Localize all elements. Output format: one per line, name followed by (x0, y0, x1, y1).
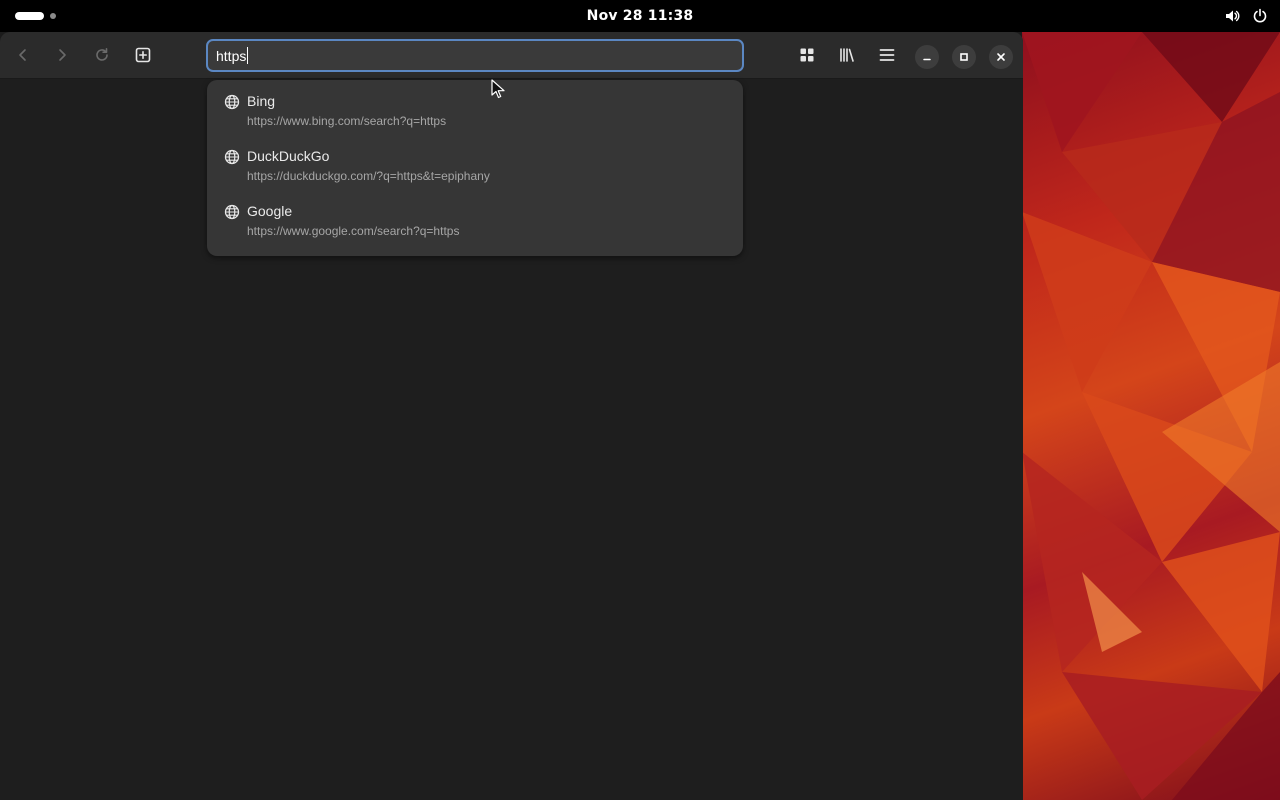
top-bar: Nov 28 11:38 (0, 0, 1280, 32)
reload-button[interactable] (85, 39, 119, 71)
reload-icon (96, 48, 108, 61)
hamburger-menu-icon (879, 49, 895, 61)
suggestion-duckduckgo[interactable]: DuckDuckGo https://duckduckgo.com/?q=htt… (207, 145, 743, 200)
url-entry[interactable]: https (206, 39, 744, 72)
active-workspace-indicator (15, 12, 44, 20)
browser-window: https Bing https://www.bing.com/search?q… (0, 32, 1023, 800)
suggestion-url: https://www.google.com/search?q=https (247, 224, 460, 238)
text-caret (247, 47, 249, 64)
suggestion-title: Google (247, 203, 293, 219)
url-suggestions-popover: Bing https://www.bing.com/search?q=https… (207, 80, 743, 256)
minimize-icon (923, 58, 931, 61)
suggestion-url: https://www.bing.com/search?q=https (247, 114, 447, 128)
close-window-button[interactable] (989, 45, 1013, 69)
suggestion-url: https://duckduckgo.com/?q=https&t=epipha… (247, 169, 490, 183)
library-button[interactable] (830, 39, 864, 71)
new-tab-button[interactable] (126, 39, 160, 71)
tab-overview-button[interactable] (790, 39, 824, 71)
main-menu-button[interactable] (870, 39, 904, 71)
back-button[interactable] (6, 39, 40, 71)
close-icon (997, 53, 1005, 61)
workspace-indicator (50, 13, 56, 19)
globe-icon (224, 204, 240, 224)
suggestion-title: DuckDuckGo (247, 148, 330, 164)
clock-container: Nov 28 11:38 (0, 0, 1280, 32)
library-icon (840, 48, 854, 62)
go-forward-icon (59, 49, 66, 61)
maximize-button[interactable] (952, 45, 976, 69)
mouse-pointer-icon (491, 79, 505, 103)
power-icon[interactable] (1252, 8, 1268, 24)
go-back-icon (19, 49, 26, 61)
tab-overview-icon (800, 48, 814, 62)
maximize-icon (960, 53, 968, 61)
desktop-wallpaper (1022, 32, 1280, 800)
activities-indicator[interactable] (15, 12, 56, 20)
globe-icon (224, 149, 240, 169)
header-bar: https (0, 32, 1023, 79)
suggestion-bing[interactable]: Bing https://www.bing.com/search?q=https (207, 90, 743, 145)
volume-icon[interactable] (1224, 8, 1240, 24)
minimize-button[interactable] (915, 45, 939, 69)
system-tray[interactable] (1224, 8, 1268, 24)
clock[interactable]: Nov 28 11:38 (587, 8, 694, 24)
forward-button[interactable] (45, 39, 79, 71)
globe-icon (224, 94, 240, 114)
suggestion-google[interactable]: Google https://www.google.com/search?q=h… (207, 200, 743, 255)
new-tab-icon (135, 47, 151, 63)
url-entry-text: https (216, 47, 247, 64)
